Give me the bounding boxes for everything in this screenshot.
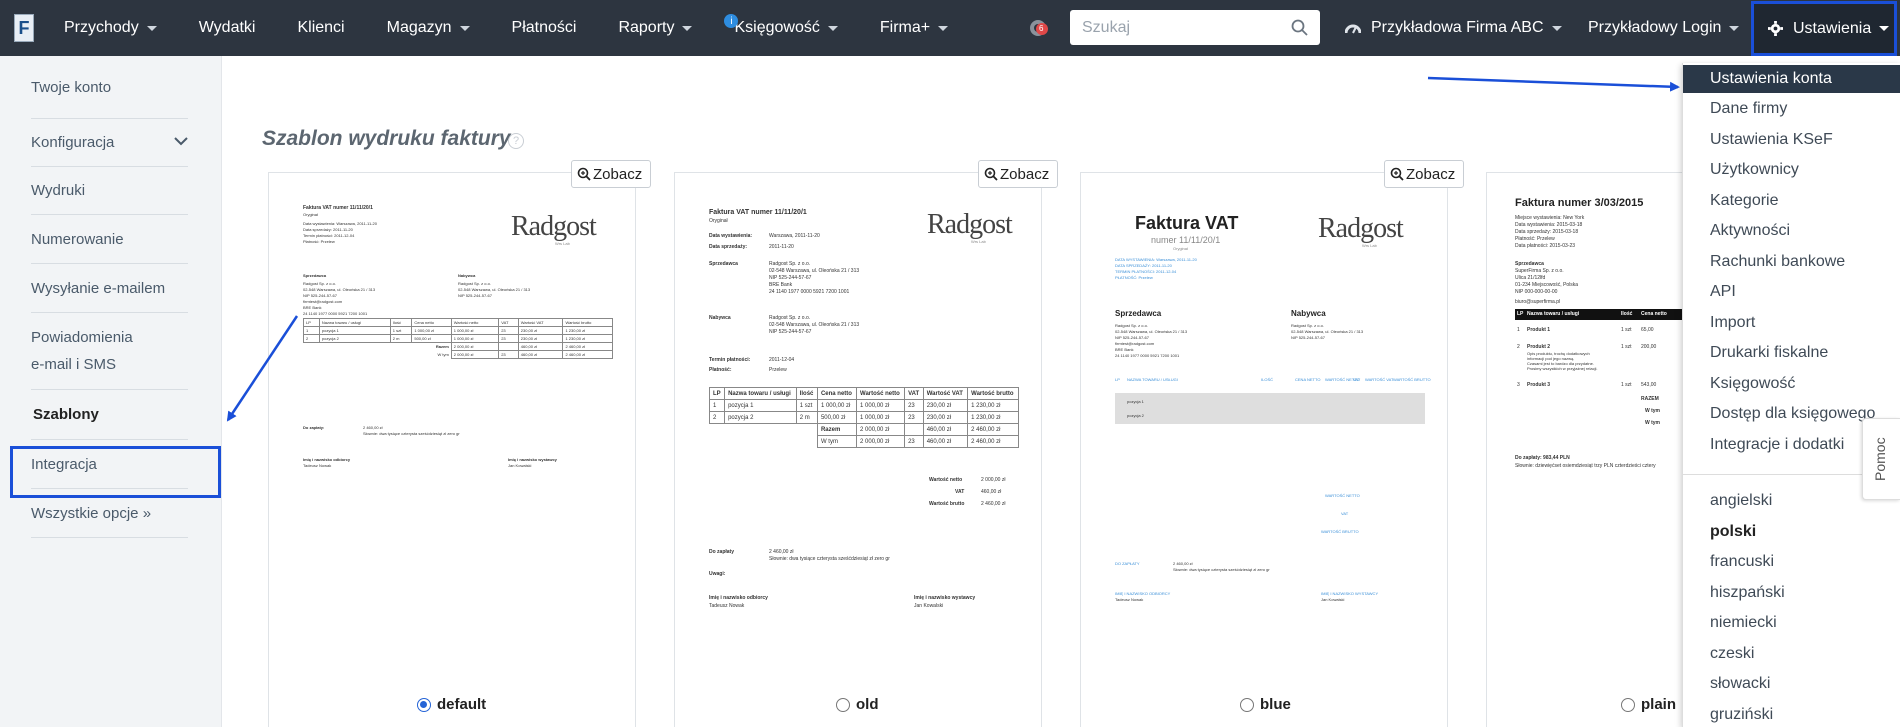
view-button-old[interactable]: Zobacz — [978, 160, 1059, 188]
zoom-in-icon — [577, 167, 591, 181]
menu-import[interactable]: Import — [1683, 309, 1900, 337]
lang-francuski[interactable]: francuski — [1683, 548, 1900, 576]
zoom-in-icon — [984, 167, 998, 181]
menu-ksiegowosc[interactable]: Księgowość — [1683, 370, 1900, 398]
lang-gruzinski[interactable]: gruziński — [1683, 701, 1900, 727]
menu-rachunki-bankowe[interactable]: Rachunki bankowe — [1683, 248, 1900, 276]
menu-drukarki-fiskalne[interactable]: Drukarki fiskalne — [1683, 339, 1900, 367]
help-tab[interactable]: Pomoc — [1862, 418, 1900, 500]
menu-ustawienia-ksef[interactable]: Ustawienia KSeF — [1683, 126, 1900, 154]
view-button-blue[interactable]: Zobacz — [1384, 160, 1465, 188]
lang-polski[interactable]: polski — [1683, 518, 1900, 546]
arrow-to-ustawienia-konta — [1427, 76, 1680, 92]
help-tab-label: Pomoc — [1872, 437, 1888, 481]
lang-niemiecki[interactable]: niemiecki — [1683, 609, 1900, 637]
menu-aktywnosci[interactable]: Aktywności — [1683, 217, 1900, 245]
settings-dropdown: Ustawienia konta Dane firmy Ustawienia K… — [1682, 63, 1900, 727]
lang-slowacki[interactable]: słowacki — [1683, 670, 1900, 698]
lang-hiszpanski[interactable]: hiszpański — [1683, 579, 1900, 607]
lang-czeski[interactable]: czeski — [1683, 640, 1900, 668]
zoom-in-icon — [1390, 167, 1404, 181]
menu-ustawienia-konta[interactable]: Ustawienia konta — [1683, 65, 1900, 93]
view-button-default[interactable]: Zobacz — [571, 160, 652, 188]
view-label: Zobacz — [593, 165, 643, 183]
annotation-arrows — [226, 76, 1680, 422]
menu-api[interactable]: API — [1683, 278, 1900, 306]
view-label: Zobacz — [1406, 165, 1456, 183]
view-label: Zobacz — [1000, 165, 1050, 183]
menu-dane-firmy[interactable]: Dane firmy — [1683, 95, 1900, 123]
menu-kategorie[interactable]: Kategorie — [1683, 187, 1900, 215]
arrow-to-szablony — [226, 315, 299, 422]
menu-uzytkownicy[interactable]: Użytkownicy — [1683, 156, 1900, 184]
